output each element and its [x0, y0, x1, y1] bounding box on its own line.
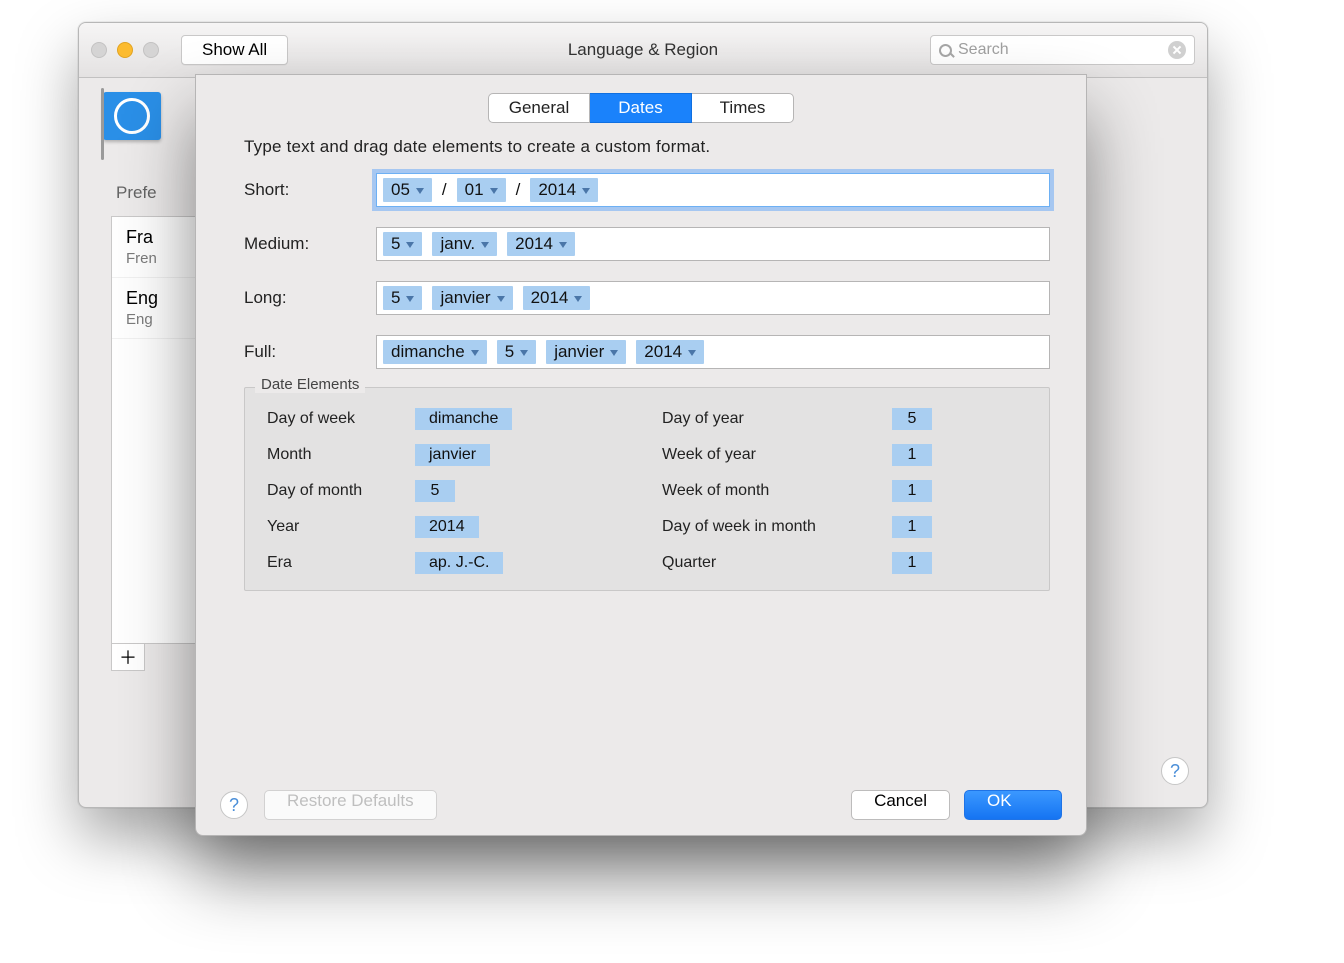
date-token-day[interactable]: 5	[383, 232, 422, 256]
cancel-button[interactable]: Cancel	[851, 790, 950, 820]
format-label: Full:	[244, 342, 376, 362]
separator: /	[442, 180, 447, 200]
date-token-day[interactable]: 5	[497, 340, 536, 364]
medium-date-field[interactable]: 5 janv. 2014	[376, 227, 1050, 261]
preferred-languages-label: Prefe	[116, 183, 157, 203]
date-token-year[interactable]: 2014	[507, 232, 575, 256]
format-tabs: General Dates Times	[210, 93, 1072, 123]
format-label: Medium:	[244, 234, 376, 254]
ok-button[interactable]: OK	[964, 790, 1062, 820]
element-week-of-year: Week of year 1	[662, 444, 1027, 466]
date-token-month[interactable]: 05	[383, 178, 432, 202]
element-day-of-year: Day of year 5	[662, 408, 1027, 430]
add-language-button[interactable]: ＋	[111, 643, 145, 671]
instruction-label: Type text and drag date elements to crea…	[244, 137, 1038, 157]
element-era: Era ap. J.-C.	[267, 552, 632, 574]
date-token-year[interactable]: 2014	[530, 178, 598, 202]
chevron-down-icon	[471, 350, 479, 356]
element-year: Year 2014	[267, 516, 632, 538]
element-chip[interactable]: ap. J.-C.	[415, 552, 503, 574]
date-token-month[interactable]: janvier	[432, 286, 512, 310]
advanced-format-sheet: General Dates Times Type text and drag d…	[195, 74, 1087, 836]
show-all-button[interactable]: Show All	[181, 35, 288, 65]
un-flag-icon	[103, 92, 161, 140]
element-day-of-week-in-month: Day of week in month 1	[662, 516, 1027, 538]
plus-icon: ＋	[119, 644, 137, 670]
format-row-long: Long: 5 janvier 2014	[244, 279, 1050, 317]
date-elements-title: Date Elements	[255, 376, 365, 393]
close-window-icon[interactable]	[91, 42, 107, 58]
tab-dates[interactable]: Dates	[590, 93, 692, 123]
format-label: Short:	[244, 180, 376, 200]
format-label: Long:	[244, 288, 376, 308]
chevron-down-icon	[520, 350, 528, 356]
element-chip[interactable]: 5	[892, 408, 932, 430]
restore-defaults-button[interactable]: Restore Defaults	[264, 790, 437, 820]
date-token-year[interactable]: 2014	[523, 286, 591, 310]
element-quarter: Quarter 1	[662, 552, 1027, 574]
element-day-of-week: Day of week dimanche	[267, 408, 632, 430]
element-chip[interactable]: 5	[415, 480, 455, 502]
format-row-full: Full: dimanche 5 janvier 2014	[244, 333, 1050, 371]
chevron-down-icon	[497, 296, 505, 302]
chevron-down-icon	[559, 242, 567, 248]
element-chip[interactable]: 2014	[415, 516, 479, 538]
chevron-down-icon	[406, 242, 414, 248]
chevron-down-icon	[481, 242, 489, 248]
full-date-field[interactable]: dimanche 5 janvier 2014	[376, 335, 1050, 369]
search-placeholder: Search	[958, 41, 1009, 59]
zoom-window-icon[interactable]	[143, 42, 159, 58]
element-chip[interactable]: 1	[892, 480, 932, 502]
search-icon	[939, 44, 952, 57]
element-chip[interactable]: dimanche	[415, 408, 512, 430]
minimize-window-icon[interactable]	[117, 42, 133, 58]
chevron-down-icon	[490, 188, 498, 194]
date-elements-grid: Day of week dimanche Day of year 5 Month…	[267, 408, 1027, 574]
element-day-of-month: Day of month 5	[267, 480, 632, 502]
chevron-down-icon	[610, 350, 618, 356]
element-month: Month janvier	[267, 444, 632, 466]
short-date-field[interactable]: 05 / 01 / 2014	[376, 173, 1050, 207]
format-row-short: Short: 05 / 01 / 2014	[244, 171, 1050, 209]
search-input[interactable]: Search	[930, 35, 1195, 65]
clear-search-icon[interactable]	[1168, 41, 1186, 59]
show-all-label: Show All	[202, 40, 267, 60]
tab-general[interactable]: General	[488, 93, 590, 123]
chevron-down-icon	[688, 350, 696, 356]
date-token-month[interactable]: janvier	[546, 340, 626, 364]
chevron-down-icon	[582, 188, 590, 194]
element-chip[interactable]: 1	[892, 516, 932, 538]
chevron-down-icon	[416, 188, 424, 194]
element-chip[interactable]: janvier	[415, 444, 490, 466]
format-rows: Short: 05 / 01 / 2014 Medium: 5 janv. 20…	[244, 171, 1050, 371]
date-elements-group: Date Elements Day of week dimanche Day o…	[244, 387, 1050, 591]
help-button[interactable]: ?	[1161, 757, 1189, 785]
date-token-weekday[interactable]: dimanche	[383, 340, 487, 364]
tab-times[interactable]: Times	[692, 93, 794, 123]
help-button[interactable]: ?	[220, 791, 248, 819]
titlebar: Show All Language & Region Search	[79, 23, 1207, 78]
element-week-of-month: Week of month 1	[662, 480, 1027, 502]
separator: /	[516, 180, 521, 200]
element-chip[interactable]: 1	[892, 444, 932, 466]
long-date-field[interactable]: 5 janvier 2014	[376, 281, 1050, 315]
chevron-down-icon	[574, 296, 582, 302]
format-row-medium: Medium: 5 janv. 2014	[244, 225, 1050, 263]
element-chip[interactable]: 1	[892, 552, 932, 574]
date-token-month[interactable]: janv.	[432, 232, 497, 256]
date-token-day[interactable]: 5	[383, 286, 422, 310]
date-token-day[interactable]: 01	[457, 178, 506, 202]
chevron-down-icon	[406, 296, 414, 302]
date-token-year[interactable]: 2014	[636, 340, 704, 364]
window-controls	[91, 42, 159, 58]
sheet-footer: ? Restore Defaults Cancel OK	[196, 775, 1086, 835]
